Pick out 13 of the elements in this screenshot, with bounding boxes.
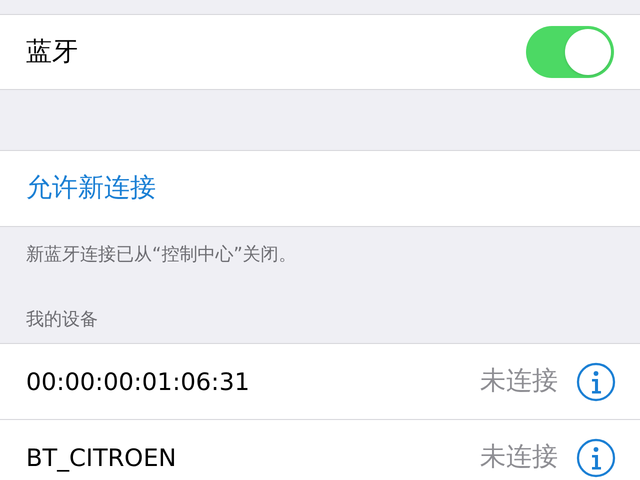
info-icon[interactable] — [576, 362, 616, 402]
section-header: 我的设备 — [26, 308, 98, 332]
device-row[interactable]: 00:00:00:01:06:31 未连接 — [0, 344, 640, 420]
bluetooth-toggle[interactable] — [526, 26, 614, 78]
info-icon[interactable] — [576, 438, 616, 478]
connection-status: 未连接 — [480, 365, 558, 398]
device-name: BT_CITROEN — [26, 442, 176, 474]
bluetooth-label: 蓝牙 — [26, 36, 78, 68]
footer-note: 新蓝牙连接已从“控制中心”关闭。 — [26, 243, 297, 267]
device-row[interactable]: BT_CITROEN 未连接 — [0, 420, 640, 480]
allow-new-connections-link[interactable]: 允许新连接 — [26, 169, 156, 208]
connection-status: 未连接 — [480, 441, 558, 474]
device-name: 00:00:00:01:06:31 — [26, 366, 250, 398]
